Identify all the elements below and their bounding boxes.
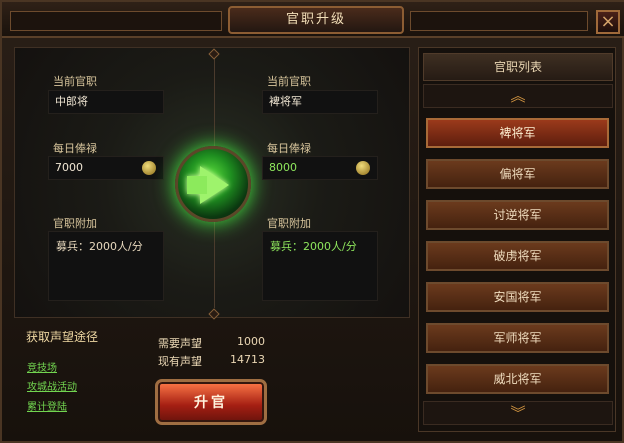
next-salary-label: 每日俸禄 <box>267 142 311 155</box>
current-reputation-row: 现有声望 14713 <box>158 353 273 368</box>
current-salary-value: 7000 <box>55 161 83 174</box>
login-streak-link[interactable]: 累计登陆 <box>27 398 67 413</box>
window-title: 官职升级 <box>228 6 404 34</box>
coin-icon <box>356 161 370 175</box>
current-bonus-box: 募兵：2000人/分 <box>48 231 164 301</box>
next-rank-field: 裨将军 <box>262 90 378 114</box>
bottom-ornament-icon <box>208 308 220 320</box>
arena-link[interactable]: 竞技场 <box>27 359 57 374</box>
rank-list-down-button[interactable]: ︾ <box>423 401 613 425</box>
rank-list-item-3[interactable]: 破虏将军 <box>426 241 609 271</box>
header-rail-right <box>410 11 588 31</box>
next-salary-value: 8000 <box>269 161 297 174</box>
rank-list-item-6[interactable]: 威北将军 <box>426 364 609 394</box>
required-reputation-value: 1000 <box>237 335 265 348</box>
next-bonus-label: 官职附加 <box>267 217 311 230</box>
coin-icon <box>142 161 156 175</box>
next-bonus-box: 募兵：2000人/分 <box>262 231 378 301</box>
current-salary-label: 每日俸禄 <box>53 142 97 155</box>
required-reputation-label: 需要声望 <box>158 337 202 350</box>
rank-list-title: 官职列表 <box>423 53 613 81</box>
current-bonus-label: 官职附加 <box>53 217 97 230</box>
rank-list-item-5[interactable]: 军师将军 <box>426 323 609 353</box>
rank-list-item-2[interactable]: 讨逆将军 <box>426 200 609 230</box>
header-rail-left <box>10 11 222 31</box>
rank-list-item-1[interactable]: 偏将军 <box>426 159 609 189</box>
close-icon: × <box>600 11 616 32</box>
reputation-title: 获取声望途径 <box>26 330 99 344</box>
current-reputation-label: 现有声望 <box>158 355 202 368</box>
siege-event-link[interactable]: 攻城战活动 <box>27 378 77 393</box>
next-salary-field: 8000 <box>262 156 378 180</box>
close-button[interactable]: × <box>596 10 620 34</box>
rank-list-item-4[interactable]: 安国将军 <box>426 282 609 312</box>
required-reputation-row: 需要声望 1000 <box>158 335 273 350</box>
top-ornament-icon <box>208 48 220 60</box>
rank-list-item-0[interactable]: 裨将军 <box>426 118 609 148</box>
chevron-up-icon: ︽ <box>510 87 526 105</box>
current-rank-field: 中郎将 <box>48 90 164 114</box>
upgrade-button[interactable]: 升官 <box>155 379 267 425</box>
reputation-stats: 需要声望 1000 现有声望 14713 <box>158 335 273 371</box>
green-right-arrow-icon <box>187 166 229 204</box>
rank-upgrade-window: 官职升级 × 当前官职 中郎将 每日俸禄 7000 官职附加 募兵：2000人/… <box>0 0 624 443</box>
current-reputation-value: 14713 <box>230 353 265 366</box>
next-rank-label: 当前官职 <box>267 75 311 88</box>
upgrade-direction-orb <box>175 146 251 222</box>
chevron-down-icon: ︾ <box>510 404 526 422</box>
window-header: 官职升级 × <box>2 2 624 38</box>
current-salary-field: 7000 <box>48 156 164 180</box>
rank-list-up-button[interactable]: ︽ <box>423 84 613 108</box>
rank-comparison-panel: 当前官职 中郎将 每日俸禄 7000 官职附加 募兵：2000人/分 当前官职 … <box>14 47 410 320</box>
rank-list-panel: 官职列表 ︽ 裨将军 偏将军 讨逆将军 破虏将军 安国将军 军师将军 威北将军 … <box>418 47 616 432</box>
current-rank-label: 当前官职 <box>53 75 97 88</box>
